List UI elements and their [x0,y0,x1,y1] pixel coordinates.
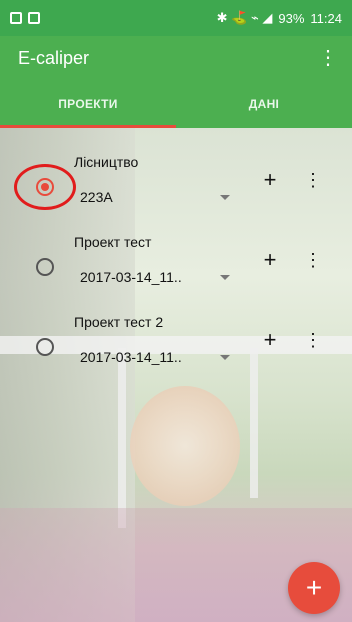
notification-icon [10,12,22,24]
dropdown-value: 2017-03-14_11.. [80,349,182,365]
wifi-icon [28,12,40,24]
plus-icon: + [305,572,323,603]
app-title: E-caliper [18,47,90,68]
project-name: Проект тест [74,234,152,250]
add-icon[interactable]: + [260,169,280,191]
dropdown-arrow-icon [220,194,230,200]
dropdown-value: 2017-03-14_11.. [80,269,182,285]
dropdown-arrow-icon [220,354,230,360]
tab-data-label: ДАНІ [248,97,280,111]
dropdown-arrow-icon [220,274,230,280]
more-vert-icon[interactable]: ⋮ [316,46,340,70]
more-vert-icon[interactable]: ⋮ [304,170,322,190]
project-radio[interactable] [36,338,54,356]
battery-percentage: 93% [278,10,305,26]
project-name: Лісництво [74,154,139,170]
project-dataset-dropdown[interactable]: 2017-03-14_11.. [80,266,230,288]
tab-projects[interactable]: ПРОЕКТИ [0,80,176,128]
add-icon[interactable]: + [260,329,280,351]
main-content: Лісництво 223A + ⋮ Проект тест 2017-03-1… [0,128,352,622]
project-radio[interactable] [36,258,54,276]
project-row: Лісництво 223A + ⋮ [0,144,352,224]
project-dataset-dropdown[interactable]: 223A [80,186,230,208]
project-dataset-dropdown[interactable]: 2017-03-14_11.. [80,346,230,368]
status-bar: ✱ ⛳ ⌁ ◢ 93% 11:24 [0,0,352,36]
more-vert-icon[interactable]: ⋮ [304,250,322,270]
add-project-fab[interactable]: + [288,562,340,614]
status-icons-group: ✱ ⛳ ⌁ ◢ [216,10,273,25]
project-row: Проект тест 2 2017-03-14_11.. + ⋮ [0,304,352,384]
project-list: Лісництво 223A + ⋮ Проект тест 2017-03-1… [0,144,352,384]
status-left-icons [10,12,40,24]
project-radio-selected[interactable] [36,178,54,196]
project-row: Проект тест 2017-03-14_11.. + ⋮ [0,224,352,304]
more-vert-icon[interactable]: ⋮ [304,330,322,350]
tab-bar: ПРОЕКТИ ДАНІ [0,80,352,128]
status-right: ✱ ⛳ ⌁ ◢ 93% 11:24 [217,10,342,26]
background-log-cross-section [130,386,240,506]
app-bar: E-caliper ⋮ [0,36,352,80]
dropdown-value: 223A [80,189,113,205]
add-icon[interactable]: + [260,249,280,271]
tab-projects-label: ПРОЕКТИ [58,97,118,111]
project-name: Проект тест 2 [74,314,164,330]
status-time: 11:24 [310,10,342,26]
tab-data[interactable]: ДАНІ [176,80,352,128]
